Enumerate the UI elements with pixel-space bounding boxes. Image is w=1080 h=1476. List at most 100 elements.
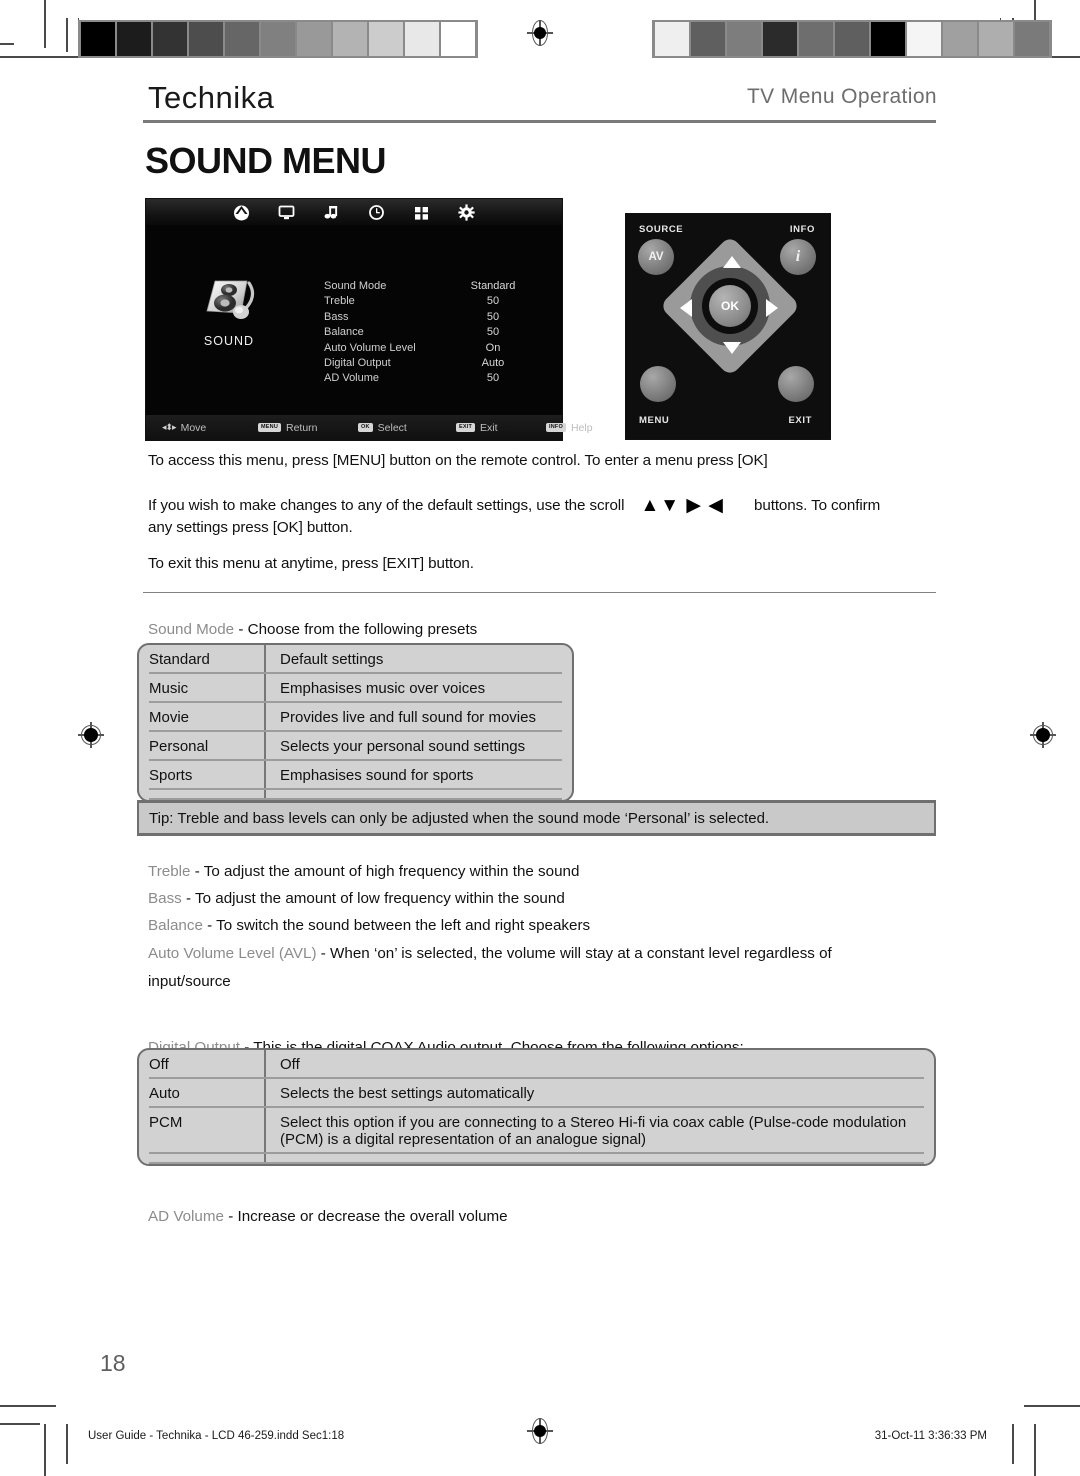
osd-setting-value: 50 — [486, 326, 500, 339]
crop-mark-bottom-right-vertical — [1034, 1424, 1036, 1476]
registration-mark-left — [78, 722, 104, 748]
dpad-up-arrow-icon[interactable] — [723, 256, 741, 268]
dpad-right-arrow-icon[interactable] — [766, 299, 778, 317]
table-cell-value: Selects your personal sound settings — [280, 738, 526, 755]
definition-line: Auto Volume Level (AVL) - When ‘on’ is s… — [148, 945, 832, 962]
color-swatch — [117, 22, 151, 56]
table-cell-key: PCM — [149, 1114, 183, 1131]
footer-file-info: User Guide - Technika - LCD 46-259.indd … — [88, 1430, 345, 1442]
osd-setting-row[interactable]: Treble 50 — [324, 294, 536, 309]
osd-setting-row[interactable]: Digital Output Auto — [324, 356, 536, 371]
table-row: Sports Emphasises sound for sports — [139, 761, 572, 790]
intro-line-2-cont: any settings press [OK] button. — [148, 519, 353, 536]
table-row-separator — [149, 1162, 924, 1164]
intro-line-3: To exit this menu at anytime, press [EXI… — [148, 555, 474, 572]
intro-line-1: To access this menu, press [MENU] button… — [148, 452, 768, 469]
channel-icon — [233, 204, 250, 221]
scroll-arrows-icon: ▲▼ ▶ ◀ — [640, 495, 724, 516]
osd-setting-label: Sound Mode — [324, 280, 387, 292]
definition-term: Bass — [148, 890, 182, 907]
crop-mark-bottom-right-horizontal — [1024, 1405, 1080, 1407]
osd-menu-icon-bar — [146, 199, 562, 225]
osd-category-label: SOUND — [203, 334, 255, 348]
crop-mark-top-left-tick — [0, 43, 14, 45]
color-swatch — [799, 22, 833, 56]
table-cell-value: Select this option if you are connecting… — [280, 1114, 907, 1148]
sound-mode-table: Standard Default settings Music Emphasises … — [137, 643, 574, 802]
ad-volume-line: AD Volume - Increase or decrease the ove… — [148, 1208, 508, 1225]
header-divider — [143, 120, 936, 123]
table-cell-value: Selects the best settings automatically — [280, 1085, 535, 1102]
footer-timestamp: 31-Oct-11 3:36:33 PM — [874, 1430, 987, 1442]
color-swatch — [297, 22, 331, 56]
section-title: TV Menu Operation — [746, 85, 937, 108]
table-row: Movie Provides live and full sound for mo… — [139, 703, 572, 732]
remote-ok-button[interactable]: OK — [709, 285, 751, 327]
osd-hint-keycap: OK — [358, 423, 373, 432]
osd-setting-label: Bass — [324, 310, 349, 323]
table-row: PCM Select this option if you are connect… — [139, 1108, 934, 1154]
definition-term: Treble — [148, 863, 191, 880]
definition-description: - To adjust the amount of low frequency … — [181, 890, 565, 907]
table-cell-key: Movie — [149, 709, 190, 726]
table-cell-key: Standard — [149, 651, 210, 668]
sound-mode-heading: Sound Mode - Choose from the following p… — [148, 621, 477, 638]
color-swatch — [81, 22, 115, 56]
crop-mark-top-left-vertical — [44, 0, 46, 48]
color-swatch — [261, 22, 295, 56]
remote-exit-button[interactable] — [778, 366, 814, 402]
table-cell-key: Auto — [149, 1085, 180, 1102]
color-swatch — [441, 22, 475, 56]
definition-line: Balance - To switch the sound between th… — [148, 917, 590, 934]
osd-setting-row[interactable]: Auto Volume Level On — [324, 341, 536, 356]
dpad-left-arrow-icon[interactable] — [680, 299, 692, 317]
dpad-down-arrow-icon[interactable] — [723, 342, 741, 354]
page-number: 18 — [100, 1350, 126, 1376]
osd-setting-row[interactable]: Bass 50 — [324, 310, 536, 325]
osd-hint: ◂⬍▸ Move — [162, 422, 206, 434]
osd-setting-row[interactable]: Sound Mode Standard — [324, 279, 536, 294]
intro-line-2-text-b: buttons. To confirm — [754, 497, 881, 514]
registration-mark-bottom-center — [527, 1418, 553, 1444]
color-swatch — [189, 22, 223, 56]
table-cell-key: Off — [149, 1056, 169, 1073]
registration-mark-right — [1030, 722, 1056, 748]
digital-output-table: Off Off Auto Selects the best settings auto… — [137, 1048, 936, 1166]
dpad-move-icon: ◂⬍▸ — [162, 422, 177, 432]
definition-description: - To adjust the amount of high frequency… — [190, 863, 580, 880]
osd-body: SOUND Sound Mode Standard Treble 50 Bass 50 Ba… — [146, 225, 562, 416]
color-swatch — [763, 22, 797, 56]
osd-setting-value: 50 — [486, 295, 500, 308]
setup-gear-icon — [458, 203, 475, 221]
crop-mark-bottom-left-vertical — [44, 1424, 46, 1476]
table-row: Personal Selects your personal sound sett… — [139, 732, 572, 761]
time-clock-icon — [368, 204, 385, 221]
osd-setting-value: Auto — [481, 357, 505, 370]
option-grid-icon — [413, 204, 430, 221]
table-cell-value: Default settings — [280, 651, 384, 668]
osd-hint-label: Exit — [480, 421, 498, 434]
remote-menu-button[interactable] — [640, 366, 676, 402]
ad-volume-rest: - Increase or decrease the overall volum… — [223, 1208, 508, 1225]
osd-setting-label: Balance — [324, 326, 364, 339]
table-row: Auto Selects the best settings automatica… — [139, 1079, 934, 1108]
color-swatch — [369, 22, 403, 56]
osd-setting-row[interactable]: AD Volume 50 — [324, 371, 536, 386]
color-swatch — [907, 22, 941, 56]
osd-setting-label: Auto Volume Level — [324, 341, 416, 354]
table-cell-value: Off — [280, 1056, 300, 1073]
definition-term: Auto Volume Level (AVL) — [148, 945, 317, 962]
table-cell-value: Provides live and full sound for movies — [280, 709, 536, 726]
osd-setting-value: 50 — [486, 372, 500, 385]
color-swatch — [333, 22, 367, 56]
table-row: Off Off — [139, 1050, 934, 1079]
page-edge-bottom-left — [66, 1424, 68, 1464]
osd-hint-keycap: INFO — [546, 423, 566, 432]
osd-category: SOUND — [154, 271, 304, 348]
osd-setting-row[interactable]: Balance 50 — [324, 325, 536, 340]
osd-setting-label: AD Volume — [324, 372, 380, 385]
osd-hint-label: Move — [180, 421, 207, 434]
osd-hint-keycap: EXIT — [456, 423, 476, 432]
osd-hint-bar: ◂⬍▸ Move MENU Return OK Select EXIT Exit INFO Hel… — [146, 415, 593, 440]
osd-setting-value: On — [485, 341, 501, 354]
